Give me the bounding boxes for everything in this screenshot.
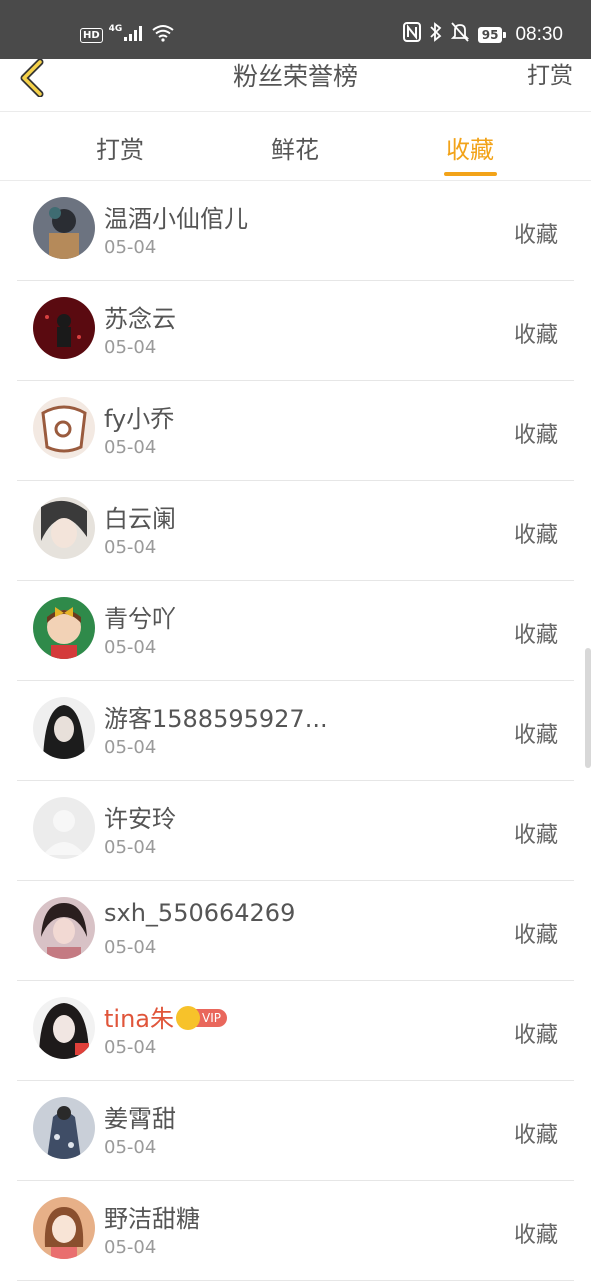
- list-item[interactable]: 许安玲 05-04 收藏: [17, 781, 574, 881]
- vip-badge: VIP: [176, 1006, 227, 1030]
- user-name: fy小乔: [104, 405, 175, 433]
- user-name: 游客1588595927...: [104, 705, 328, 733]
- user-name-text: tina朱: [104, 1005, 174, 1033]
- date: 05-04: [104, 637, 157, 658]
- tab-favorites[interactable]: 收藏: [410, 130, 530, 165]
- date: 05-04: [104, 737, 157, 758]
- status-bar: HD 4G 95 08:30: [0, 0, 591, 59]
- page-title: 粉丝荣誉榜: [232, 62, 358, 91]
- battery-icon: 95: [477, 26, 507, 43]
- avatar[interactable]: [33, 497, 95, 559]
- row-action-label: 收藏: [513, 1123, 558, 1148]
- user-name: 温酒小仙倌儿: [104, 205, 248, 233]
- list-item[interactable]: 苏念云 05-04 收藏: [17, 281, 574, 381]
- avatar[interactable]: [33, 997, 95, 1059]
- list-item[interactable]: fy小乔 05-04 收藏: [17, 381, 574, 481]
- date: 05-04: [104, 537, 157, 558]
- row-action-label: 收藏: [513, 823, 558, 848]
- user-name: 许安玲: [104, 805, 176, 833]
- list-item[interactable]: 野洁甜糖 05-04 收藏: [17, 1181, 574, 1281]
- list-item[interactable]: 姜霄甜 05-04 收藏: [17, 1081, 574, 1181]
- avatar[interactable]: [33, 297, 95, 359]
- user-name: 青兮吖: [104, 605, 176, 633]
- status-right-icons: 95 08:30: [402, 22, 563, 47]
- network-type: 4G: [108, 24, 123, 34]
- crown-icon: [176, 1006, 200, 1030]
- tab-reward[interactable]: 打赏: [60, 130, 180, 165]
- avatar[interactable]: [33, 697, 95, 759]
- list-item[interactable]: 温酒小仙倌儿 05-04 收藏: [17, 181, 574, 281]
- top-nav-bar: 粉丝荣誉榜 打赏: [0, 58, 591, 112]
- avatar[interactable]: [33, 1197, 95, 1259]
- date: 05-04: [104, 837, 157, 858]
- row-action-label: 收藏: [513, 723, 558, 748]
- avatar[interactable]: [33, 1097, 95, 1159]
- row-action-label: 收藏: [513, 623, 558, 648]
- hd-badge: HD: [80, 27, 103, 43]
- clock: 08:30: [515, 23, 563, 45]
- signal-icon: [124, 25, 146, 45]
- bluetooth-icon: [430, 22, 442, 47]
- avatar[interactable]: [33, 797, 95, 859]
- avatar[interactable]: [33, 397, 95, 459]
- row-action-label: 收藏: [513, 1223, 558, 1248]
- avatar[interactable]: [33, 597, 95, 659]
- date: 05-04: [104, 1237, 157, 1258]
- user-name: 姜霄甜: [104, 1105, 176, 1133]
- date: 05-04: [104, 237, 157, 258]
- user-name: 白云阑: [104, 505, 176, 533]
- scrollbar-thumb[interactable]: [585, 648, 591, 768]
- mute-bell-icon: [450, 22, 469, 47]
- list-item[interactable]: sxh_550664269 05-04 收藏: [17, 881, 574, 981]
- list-item[interactable]: tina朱 VIP 05-04 收藏: [17, 981, 574, 1081]
- list-item[interactable]: 青兮吖 05-04 收藏: [17, 581, 574, 681]
- user-name: 苏念云: [104, 305, 176, 333]
- date: 05-04: [104, 937, 157, 958]
- row-action-label: 收藏: [513, 423, 558, 448]
- nfc-icon: [402, 22, 421, 47]
- tab-flowers[interactable]: 鲜花: [235, 130, 355, 165]
- date: 05-04: [104, 437, 157, 458]
- row-action-label: 收藏: [513, 223, 558, 248]
- row-action-label: 收藏: [513, 523, 558, 548]
- user-name: 野洁甜糖: [104, 1205, 200, 1233]
- row-action-label: 收藏: [513, 923, 558, 948]
- list-item[interactable]: 白云阑 05-04 收藏: [17, 481, 574, 581]
- active-tab-indicator: [444, 172, 497, 176]
- tab-bar: 打赏 鲜花 收藏: [0, 112, 591, 181]
- wifi-icon: [152, 24, 174, 46]
- avatar[interactable]: [33, 197, 95, 259]
- avatar[interactable]: [33, 897, 95, 959]
- date: 05-04: [104, 1037, 157, 1058]
- user-name: sxh_550664269: [104, 899, 296, 927]
- status-left-icons: HD 4G: [80, 24, 174, 46]
- user-name: tina朱 VIP: [104, 999, 227, 1034]
- date: 05-04: [104, 337, 157, 358]
- row-action-label: 收藏: [513, 323, 558, 348]
- fan-list: 温酒小仙倌儿 05-04 收藏 苏念云 05-04 收藏 fy小乔 05-04 …: [0, 181, 591, 1281]
- reward-button[interactable]: 打赏: [527, 59, 573, 93]
- date: 05-04: [104, 1137, 157, 1158]
- list-item[interactable]: 游客1588595927... 05-04 收藏: [17, 681, 574, 781]
- row-action-label: 收藏: [513, 1023, 558, 1048]
